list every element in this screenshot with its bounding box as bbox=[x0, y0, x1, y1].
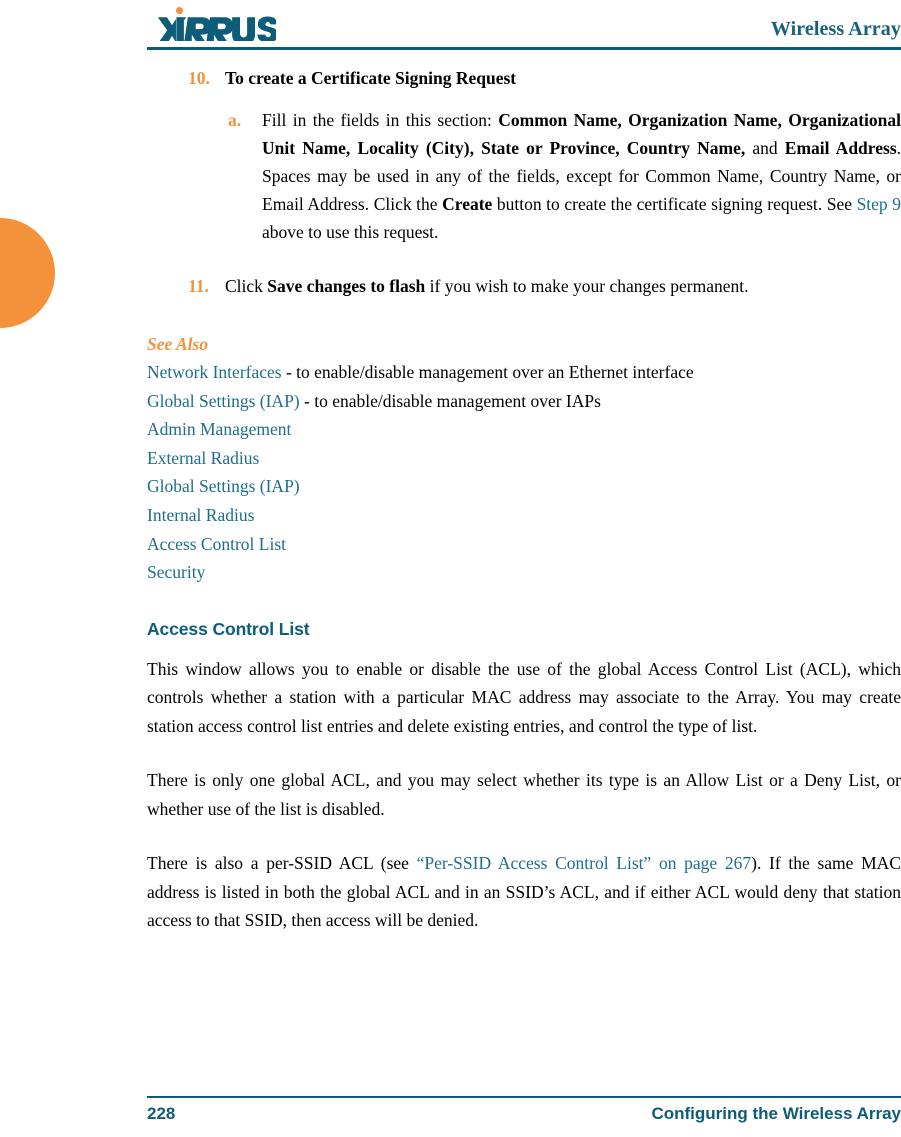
page-header: Wireless Array bbox=[147, 0, 901, 50]
step-10a-marker: a. bbox=[228, 110, 242, 130]
step-11-seg2: if you wish to make your changes permane… bbox=[425, 276, 749, 296]
step-10a-email-bold: Email Address bbox=[784, 138, 897, 158]
paragraph-3-seg1: There is also a per-SSID ACL (see bbox=[147, 853, 417, 874]
see-also-item: External Radius bbox=[147, 444, 901, 473]
step-11-marker: 11. bbox=[188, 276, 209, 296]
step-10-marker: 10. bbox=[188, 68, 210, 88]
link-admin-management[interactable]: Admin Management bbox=[147, 419, 291, 439]
list-item-step-10: 10. To create a Certificate Signing Requ… bbox=[147, 64, 901, 92]
header-title: Wireless Array bbox=[770, 18, 901, 40]
list-item-step-10a: a. Fill in the fields in this section: C… bbox=[147, 106, 901, 246]
step-10a-seg1: Fill in the fields in this section: bbox=[262, 110, 499, 130]
step-10-text: To create a Certificate Signing Request bbox=[225, 68, 517, 88]
step-10a-seg5: above to use this request. bbox=[262, 222, 439, 242]
see-also-heading: See Also bbox=[147, 334, 209, 354]
link-access-control-list[interactable]: Access Control List bbox=[147, 534, 286, 554]
link-internal-radius[interactable]: Internal Radius bbox=[147, 505, 254, 525]
see-also-item: Global Settings (IAP) bbox=[147, 472, 901, 501]
see-also-item: Admin Management bbox=[147, 415, 901, 444]
step-10a-seg2: and bbox=[745, 138, 785, 158]
link-per-ssid-access-control-list[interactable]: “Per-SSID Access Control List” on page 2… bbox=[417, 853, 752, 873]
list-item-step-11: 11. Click Save changes to flash if you w… bbox=[147, 272, 901, 300]
see-also-item: Network Interfaces - to enable/disable m… bbox=[147, 358, 901, 387]
section-paragraph-3: There is also a per-SSID ACL (see “Per-S… bbox=[147, 849, 901, 935]
link-global-settings-iap-2[interactable]: Global Settings (IAP) bbox=[147, 476, 300, 496]
footer-page-number: 228 bbox=[147, 1104, 176, 1123]
link-step-9[interactable]: Step 9 bbox=[857, 194, 901, 214]
page-content: 10. To create a Certificate Signing Requ… bbox=[147, 64, 901, 935]
link-external-radius[interactable]: External Radius bbox=[147, 448, 259, 468]
see-also-item: Security bbox=[147, 558, 901, 587]
step-11-text: Click Save changes to flash if you wish … bbox=[225, 272, 901, 300]
section-paragraph-2: There is only one global ACL, and you ma… bbox=[147, 770, 901, 819]
see-also-suffix: - to enable/disable management over an E… bbox=[281, 362, 694, 382]
step-11-save-bold: Save changes to flash bbox=[267, 276, 426, 296]
page-edge-tab-marker bbox=[0, 218, 55, 328]
section-heading-access-control-list: Access Control List bbox=[147, 618, 310, 639]
step-10a-seg4: button to create the certificate signing… bbox=[492, 194, 857, 214]
step-10a-create-bold: Create bbox=[442, 194, 493, 214]
step-10a-text: Fill in the fields in this section: Comm… bbox=[262, 106, 901, 246]
section-paragraph-1: This window allows you to enable or disa… bbox=[147, 658, 901, 736]
link-network-interfaces[interactable]: Network Interfaces bbox=[147, 362, 282, 382]
header-divider bbox=[147, 47, 901, 50]
footer-section-title: Configuring the Wireless Array bbox=[651, 1104, 901, 1123]
see-also-suffix: - to enable/disable management over IAPs bbox=[299, 390, 601, 411]
see-also-item: Global Settings (IAP) - to enable/disabl… bbox=[147, 387, 901, 416]
step-11-seg1: Click bbox=[225, 276, 268, 296]
see-also-item: Access Control List bbox=[147, 530, 901, 559]
link-security[interactable]: Security bbox=[147, 562, 205, 582]
page-footer: 228 Configuring the Wireless Array bbox=[147, 1104, 901, 1124]
footer-divider bbox=[147, 1096, 901, 1098]
xirrus-logo bbox=[157, 7, 276, 41]
see-also-item: Internal Radius bbox=[147, 501, 901, 530]
link-global-settings-iap[interactable]: Global Settings (IAP) bbox=[147, 391, 300, 411]
